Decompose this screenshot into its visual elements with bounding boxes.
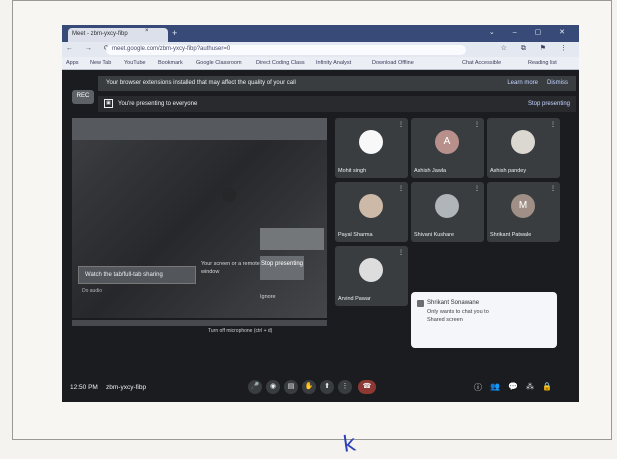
more-icon[interactable]: ⋮ — [338, 380, 352, 394]
participant-tile[interactable]: M ⋮ Shrikant Patwale — [487, 182, 560, 242]
participant-name: Payal Sharma — [338, 232, 373, 238]
participant-name: Arvind Pawar — [338, 296, 371, 302]
avatar — [435, 194, 459, 218]
participant-name: Shivani Kushare — [414, 232, 455, 238]
screenshot-photo: Meet - zbm-yxcy-fibp × + ⌄ – ▢ ✕ ← → ⟳ m… — [62, 25, 579, 402]
tab-title: Meet - zbm-yxcy-fibp — [72, 31, 128, 37]
bookmark-reading-list[interactable]: Reading list — [528, 60, 557, 66]
avatar — [359, 258, 383, 282]
mic-icon: ⋮ — [474, 122, 480, 128]
meeting-code: zbm-yxcy-fibp — [106, 384, 147, 391]
share-alert-text: Your screen or a remote window — [201, 261, 260, 275]
browser-tab-bar: Meet - zbm-yxcy-fibp × + ⌄ – ▢ ✕ — [62, 25, 579, 42]
present-screen-icon: ▣ — [104, 99, 113, 108]
participant-tile[interactable]: ⋮ Shivani Kushare — [411, 182, 484, 242]
lock-icon[interactable]: 🔒 — [542, 382, 552, 391]
scanned-page: Meet - zbm-yxcy-fibp × + ⌄ – ▢ ✕ ← → ⟳ m… — [0, 0, 617, 459]
mic-icon[interactable]: 🎤 — [248, 380, 262, 394]
mic-icon: ⋮ — [398, 186, 404, 192]
mic-tooltip: Turn off microphone (ctrl + d) — [208, 328, 273, 334]
bookmark-coding[interactable]: Direct Coding Class — [256, 60, 305, 66]
activities-icon[interactable]: ⁂ — [526, 382, 534, 391]
camera-icon[interactable]: ◉ — [266, 380, 280, 394]
tab-meet[interactable]: Meet - zbm-yxcy-fibp — [68, 28, 168, 42]
shared-screen-panel — [260, 228, 324, 250]
mic-icon: ⋮ — [474, 186, 480, 192]
participant-name: Shrikant Patwale — [490, 232, 532, 238]
stop-presenting-button[interactable]: Stop presenting — [528, 101, 570, 107]
info-icon[interactable]: ⓘ — [474, 382, 482, 393]
mic-icon: ⋮ — [550, 122, 556, 128]
chat-icon — [417, 300, 424, 307]
end-call-icon[interactable]: ☎ — [358, 380, 376, 394]
bookmark-bookmark[interactable]: Bookmark — [158, 60, 183, 66]
avatar: M — [511, 194, 535, 218]
bookmark-youtube[interactable]: YouTube — [124, 60, 146, 66]
participant-tile[interactable]: ⋮ Arvind Pawar — [335, 246, 408, 306]
dismiss-button[interactable]: Dismiss — [547, 80, 568, 86]
extension-icons[interactable]: ☆ ⧉ ⚑ ⋮ — [501, 44, 573, 53]
mic-icon: ⋮ — [398, 250, 404, 256]
presenting-bar: ▣ You're presenting to everyone Stop pre… — [98, 96, 576, 112]
meeting-clock: 12:50 PM — [70, 384, 98, 391]
chat-icon[interactable]: 💬 — [508, 382, 518, 391]
shared-screen-spot — [222, 188, 236, 202]
notification-sender: Shrikant Sonawane — [427, 300, 480, 306]
bookmark-infinity[interactable]: Infinity Analyst — [316, 60, 351, 66]
chat-notification[interactable]: Shrikant Sonawane Only wants to chat you… — [411, 292, 557, 348]
shared-screen: Watch the tab/full-tab sharing Do audio … — [72, 118, 327, 318]
bookmark-new-tab[interactable]: New Tab — [90, 60, 111, 66]
learn-more-link[interactable]: Learn more — [507, 80, 538, 86]
meet-control-bar: 12:50 PM zbm-yxcy-fibp 🎤 ◉ ▤ ✋ ⬆ ⋮ ☎ ⓘ 👥… — [62, 374, 579, 402]
bookmark-chat[interactable]: Chat Accessible — [462, 60, 501, 66]
avatar — [511, 130, 535, 154]
mic-icon: ⋮ — [398, 122, 404, 128]
present-icon[interactable]: ⬆ — [320, 380, 334, 394]
share-alert-button[interactable]: Watch the tab/full-tab sharing — [78, 266, 196, 284]
avatar: A — [435, 130, 459, 154]
tab-close-icon[interactable]: × — [145, 28, 149, 34]
participant-tile[interactable]: ⋮ Mohit singh — [335, 118, 408, 178]
participant-tile[interactable]: ⋮ Ashish pandey — [487, 118, 560, 178]
participant-name: Ashish pandey — [490, 168, 527, 174]
meet-call-area: REC Your browser extensions installed th… — [62, 70, 579, 402]
share-alert-sub: Do audio — [82, 288, 103, 294]
recording-badge: REC — [72, 90, 94, 104]
presenting-text: You're presenting to everyone — [118, 101, 198, 107]
bookmark-download[interactable]: Download Offline — [372, 60, 414, 66]
hand-icon[interactable]: ✋ — [302, 380, 316, 394]
participant-name: Mohit singh — [338, 168, 367, 174]
shared-screen-header — [72, 118, 327, 140]
captions-icon[interactable]: ▤ — [284, 380, 298, 394]
address-bar-row: ← → ⟳ meet.google.com/zbm-yxcy-fibp?auth… — [62, 42, 579, 57]
extension-warning-banner: Your browser extensions installed that m… — [98, 76, 576, 91]
notification-message: Only wants to chat you to — [427, 309, 489, 315]
people-icon[interactable]: 👥 — [490, 382, 500, 391]
bookmarks-bar: Apps New Tab YouTube Bookmark Google Cla… — [62, 57, 579, 70]
banner-text: Your browser extensions installed that m… — [106, 80, 296, 86]
participant-tile[interactable]: A ⋮ Ashish Jawla — [411, 118, 484, 178]
mic-icon: ⋮ — [550, 186, 556, 192]
url-input[interactable]: meet.google.com/zbm-yxcy-fibp?authuser=0 — [106, 45, 466, 55]
window-controls[interactable]: ⌄ – ▢ ✕ — [489, 28, 573, 36]
share-present-button[interactable]: Stop presenting — [260, 256, 304, 280]
notification-message-2: Shared screen — [427, 317, 463, 323]
participant-tile[interactable]: ⋮ Payal Sharma — [335, 182, 408, 242]
bookmark-classroom[interactable]: Google Classroom — [196, 60, 242, 66]
shared-screen-footer — [72, 320, 327, 326]
avatar — [359, 130, 383, 154]
url-text: meet.google.com/zbm-yxcy-fibp?authuser=0 — [112, 46, 231, 52]
new-tab-icon[interactable]: + — [172, 28, 177, 38]
participant-name: Ashish Jawla — [414, 168, 447, 174]
share-ignore-button[interactable]: Ignore — [260, 294, 276, 300]
avatar — [359, 194, 383, 218]
bookmark-apps[interactable]: Apps — [66, 60, 79, 66]
